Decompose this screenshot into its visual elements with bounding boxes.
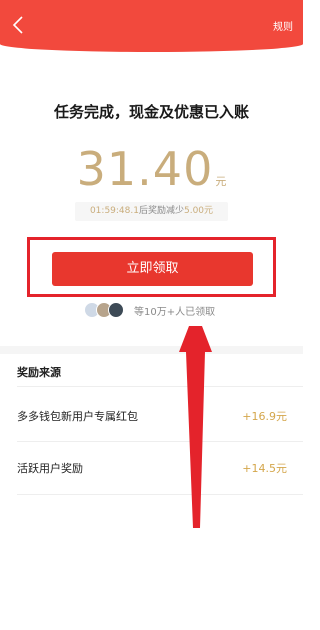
claim-button[interactable]: 立即领取 [52,252,253,286]
section-divider [0,346,303,354]
reward-label: 多多钱包新用户专属红包 [17,410,138,423]
reward-value: +16.9元 [242,410,287,423]
reward-amount: 31.40 元 [0,142,303,196]
amount-unit: 元 [215,175,227,188]
countdown-amount: 5.00元 [183,206,214,216]
back-arrow-icon[interactable] [8,14,30,36]
reward-row: 多多钱包新用户专属红包 +16.9元 [17,408,287,424]
amount-value: 31.40 [76,142,214,196]
countdown-time: 01:59:48.1 [89,206,139,216]
avatar [108,302,124,318]
reward-source-title: 奖励来源 [17,366,61,379]
reward-value: +14.5元 [242,462,287,475]
avatar-group [84,302,132,318]
countdown-notice: 01:59:48.1后奖励减少5.00元 [75,202,228,221]
divider-line [17,441,303,442]
divider-line [17,494,303,495]
countdown-text: 后奖励减少 [138,206,184,216]
header-bar: 规则 [0,0,303,52]
divider-line [17,386,303,387]
claimed-count-text: 等10万+人已领取 [134,307,216,318]
reward-row: 活跃用户奖励 +14.5元 [17,460,287,476]
page-title: 任务完成，现金及优惠已入账 [53,103,249,121]
reward-label: 活跃用户奖励 [17,462,83,475]
rules-link[interactable]: 规则 [273,18,293,33]
